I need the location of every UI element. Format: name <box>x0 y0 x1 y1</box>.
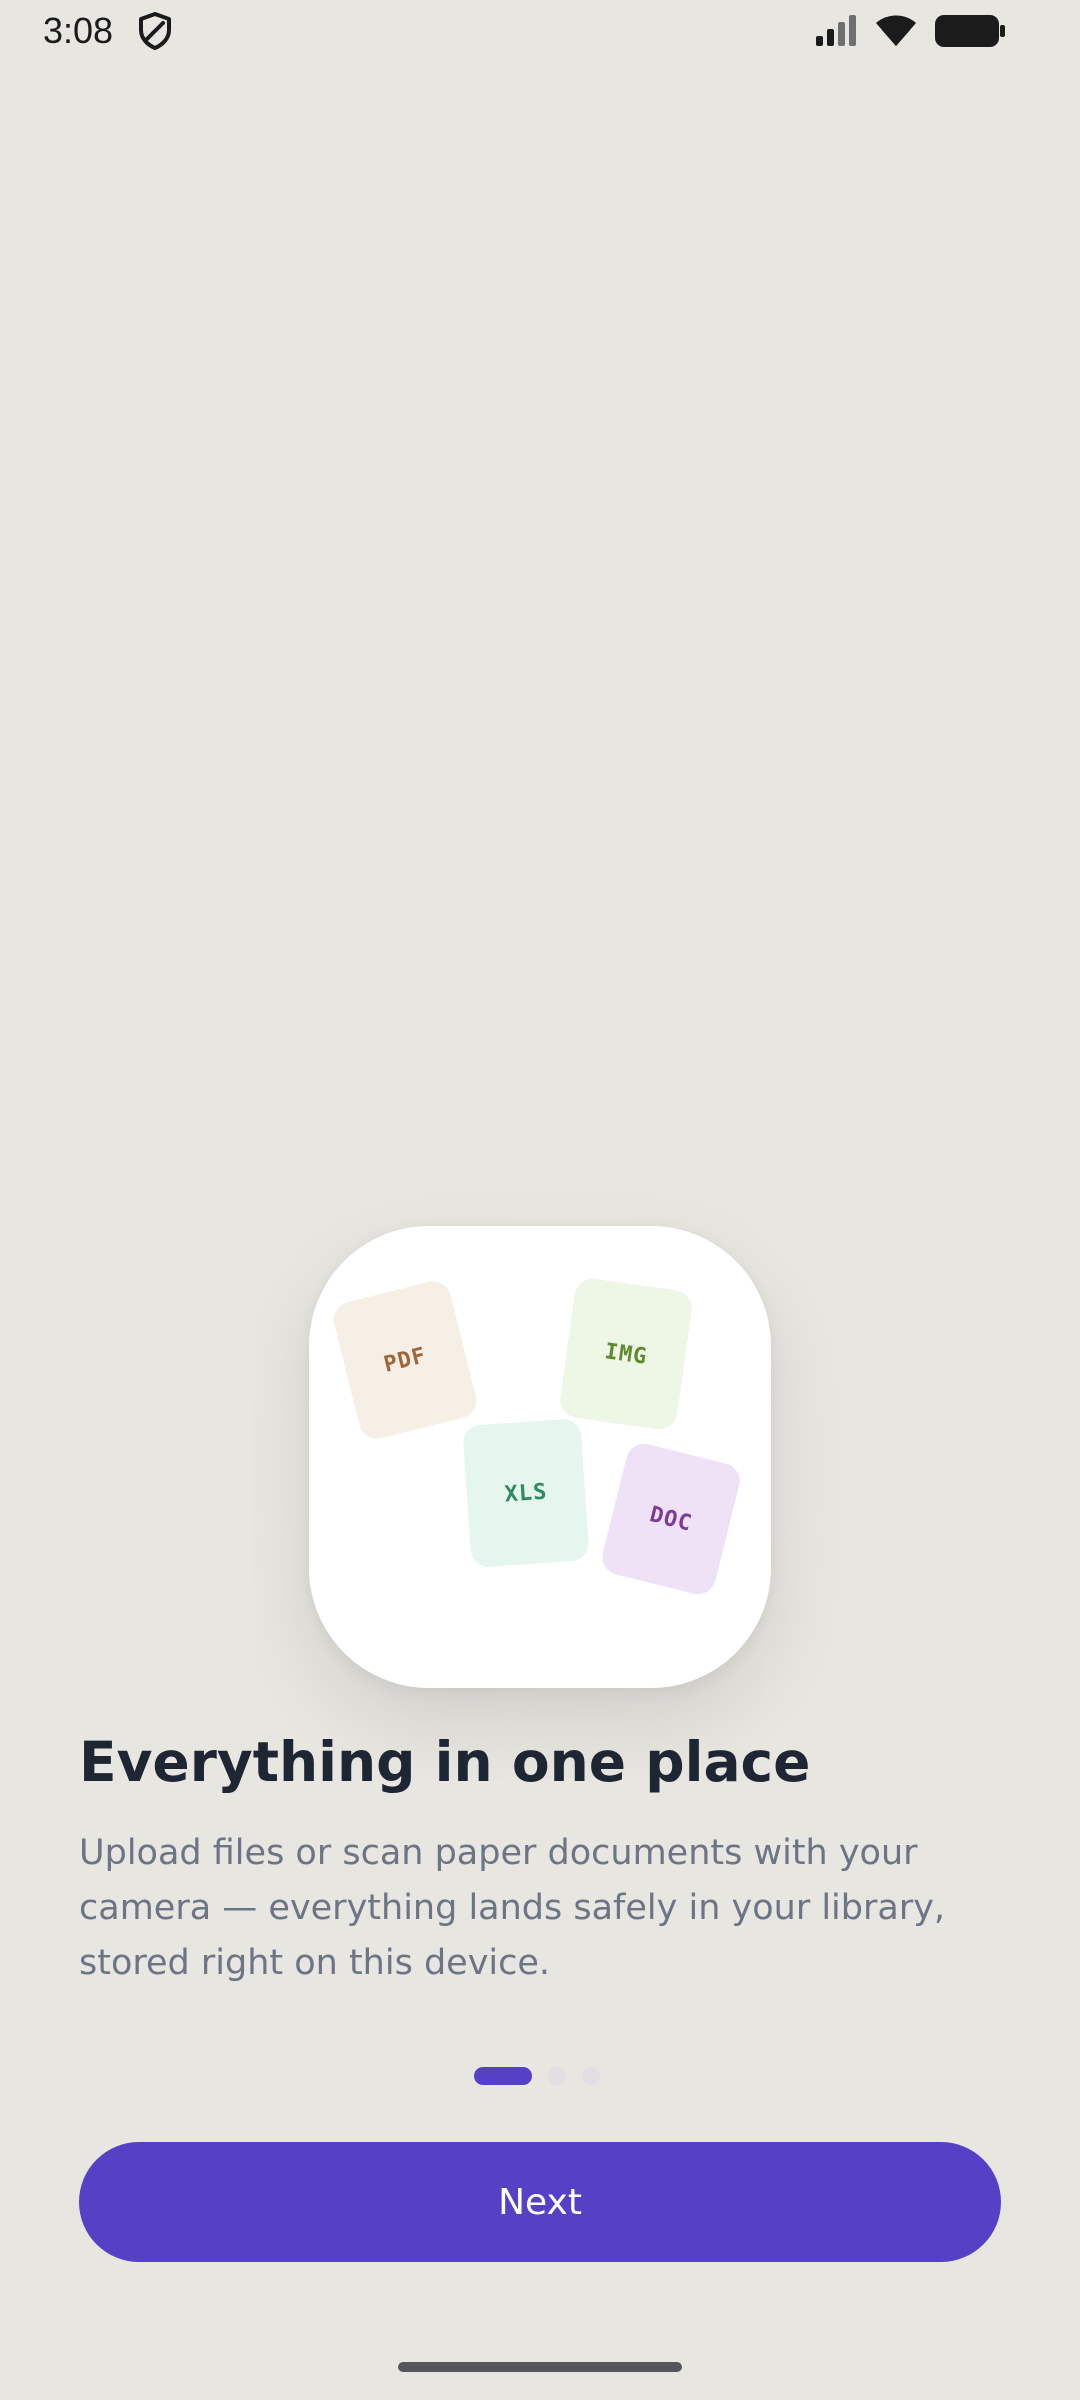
wifi-icon <box>876 15 916 46</box>
page-dot-2 <box>548 2067 566 2085</box>
status-time: 3:08 <box>43 10 114 51</box>
page-dot-1 <box>474 2067 532 2085</box>
files-illustration: PDF IMG XLS DOC <box>309 1226 771 1688</box>
onboarding-title: Everything in one place <box>79 1730 811 1794</box>
status-bar: 3:08 <box>0 0 1080 64</box>
shield-icon <box>139 12 171 50</box>
next-button[interactable]: Next <box>79 2142 1001 2262</box>
page-dot-3 <box>582 2067 600 2085</box>
doc-file-icon: DOC <box>598 1439 744 1599</box>
onboarding-screen: 3:08 PDF IMG XLS DOC Everything in one p… <box>0 0 1080 2400</box>
battery-icon <box>935 15 1005 47</box>
onboarding-description: Upload files or scan paper documents wit… <box>79 1833 946 1983</box>
home-indicator[interactable] <box>398 2362 682 2372</box>
img-file-icon: IMG <box>557 1276 695 1432</box>
page-indicator <box>474 2066 600 2086</box>
xls-file-icon: XLS <box>462 1418 590 1568</box>
pdf-file-icon: PDF <box>329 1277 481 1443</box>
signal-icon <box>816 15 856 46</box>
